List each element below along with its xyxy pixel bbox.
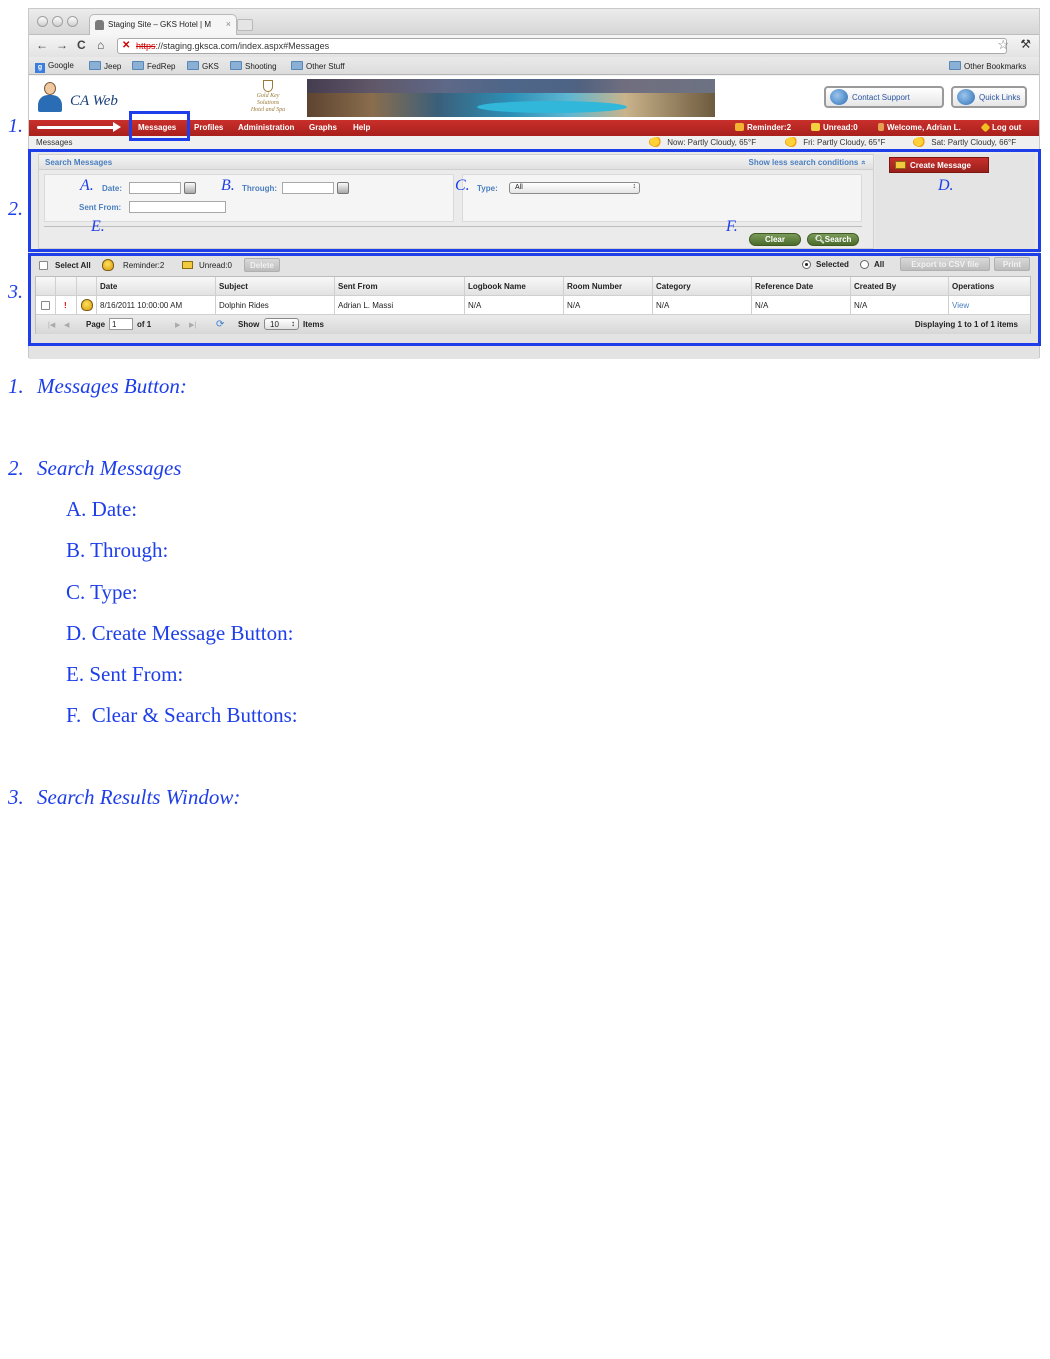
weather-sat: Sat: Partly Cloudy, 66°F bbox=[913, 137, 1016, 147]
legend-sub-e: E. Sent From: bbox=[66, 662, 184, 686]
contact-support-button[interactable]: Contact Support bbox=[824, 86, 944, 108]
menu-graphs[interactable]: Graphs bbox=[309, 123, 337, 132]
brand-title: CA Web bbox=[70, 93, 118, 109]
legend-item-3: 3. Search Results Window: bbox=[8, 785, 241, 809]
menu-administration[interactable]: Administration bbox=[238, 123, 294, 132]
legend-item-2: 2. Search Messages bbox=[8, 456, 182, 480]
annotation-1: 1. bbox=[8, 115, 23, 137]
browser-tab[interactable]: Staging Site – GKS Hotel | M × bbox=[89, 14, 237, 35]
link-icon bbox=[957, 89, 975, 105]
bell-icon bbox=[735, 123, 744, 131]
forward-icon[interactable]: → bbox=[56, 38, 68, 52]
bookmark-shooting[interactable]: Shooting bbox=[230, 61, 277, 71]
zoom-window-button[interactable] bbox=[67, 16, 78, 27]
address-bar[interactable]: ✕ https://staging.gksca.com/index.aspx#M… bbox=[117, 38, 1007, 54]
weather-fri: Fri: Partly Cloudy, 65°F bbox=[785, 137, 885, 147]
minimize-window-button[interactable] bbox=[52, 16, 63, 27]
annotation-f: F. bbox=[726, 218, 738, 235]
search-highlight-box bbox=[28, 149, 1041, 252]
home-icon[interactable]: ⌂ bbox=[97, 38, 104, 52]
hotel-banner-image bbox=[307, 79, 715, 117]
bookmark-jeep[interactable]: Jeep bbox=[89, 61, 121, 71]
folder-icon bbox=[949, 61, 961, 70]
tab-title: Staging Site – GKS Hotel | M bbox=[108, 20, 212, 29]
insecure-lock-icon: ✕ bbox=[122, 40, 131, 51]
annotation-a: A. bbox=[80, 177, 94, 194]
legend-sub-f: F. Clear & Search Buttons: bbox=[66, 703, 298, 727]
url-protocol: https bbox=[136, 41, 156, 51]
annotation-e: E. bbox=[91, 218, 105, 235]
menu-help[interactable]: Help bbox=[353, 123, 370, 132]
messages-highlight-box bbox=[129, 111, 190, 141]
unread-link[interactable]: Unread:0 bbox=[811, 123, 858, 132]
partly-cloudy-icon bbox=[649, 137, 663, 147]
bookmark-other-stuff[interactable]: Other Stuff bbox=[291, 61, 345, 71]
back-icon[interactable]: ← bbox=[36, 38, 48, 52]
legend-sub-c: C. Type: bbox=[66, 580, 138, 604]
bookmark-google[interactable]: g Google bbox=[35, 61, 74, 73]
url-path: ://staging.gksca.com/index.aspx#Messages bbox=[155, 41, 330, 51]
legend-sub-a: A. Date: bbox=[66, 497, 138, 521]
legend-sub-b: B. Through: bbox=[66, 538, 169, 562]
envelope-icon bbox=[811, 123, 820, 131]
other-bookmarks[interactable]: Other Bookmarks bbox=[949, 61, 1026, 71]
close-window-button[interactable] bbox=[37, 16, 48, 27]
annotation-c: C. bbox=[455, 177, 470, 194]
bookmark-fedrep[interactable]: FedRep bbox=[132, 61, 175, 71]
browser-toolbar: ← → C ⌂ ✕ https://staging.gksca.com/inde… bbox=[29, 35, 1039, 57]
user-avatar-icon bbox=[37, 82, 63, 112]
quick-links-button[interactable]: Quick Links bbox=[951, 86, 1027, 108]
breadcrumb: Messages bbox=[36, 138, 73, 147]
reload-icon[interactable]: C bbox=[77, 38, 86, 52]
annotation-3: 3. bbox=[8, 281, 23, 303]
annotation-2: 2. bbox=[8, 198, 23, 220]
legend-sub-d: D. Create Message Button: bbox=[66, 621, 294, 645]
tab-close-icon[interactable]: × bbox=[226, 19, 231, 29]
bookmark-star-icon[interactable]: ☆ bbox=[997, 37, 1009, 53]
welcome-user: Welcome, Adrian L. bbox=[878, 123, 961, 132]
google-icon: g bbox=[35, 63, 45, 73]
hotel-logo: Gold Key Solutions Hotel and Spa bbox=[247, 80, 289, 116]
arrow-pointer-icon bbox=[37, 122, 121, 132]
annotation-d: D. bbox=[938, 177, 954, 194]
wrench-icon[interactable]: ⚒ bbox=[1020, 37, 1031, 51]
reminder-link[interactable]: Reminder:2 bbox=[735, 123, 791, 132]
partly-cloudy-icon bbox=[913, 137, 927, 147]
new-tab-button[interactable] bbox=[237, 19, 253, 31]
bookmarks-bar: g Google Jeep FedRep GKS Shooting Other S… bbox=[29, 57, 1039, 75]
menu-profiles[interactable]: Profiles bbox=[194, 123, 223, 132]
bookmark-gks[interactable]: GKS bbox=[187, 61, 219, 71]
results-highlight-box bbox=[28, 253, 1041, 346]
legend-item-1: 1. Messages Button: bbox=[8, 374, 187, 398]
folder-icon bbox=[291, 61, 303, 70]
favicon-icon bbox=[95, 20, 104, 30]
folder-icon bbox=[132, 61, 144, 70]
folder-icon bbox=[230, 61, 242, 70]
partly-cloudy-icon bbox=[785, 137, 799, 147]
logout-link[interactable]: Log out bbox=[980, 122, 1021, 133]
logout-icon bbox=[980, 122, 991, 133]
crest-icon bbox=[263, 80, 273, 92]
folder-icon bbox=[187, 61, 199, 70]
weather-now: Now: Partly Cloudy, 65°F bbox=[649, 137, 756, 147]
support-icon bbox=[830, 89, 848, 105]
browser-titlebar: Staging Site – GKS Hotel | M × bbox=[29, 9, 1039, 35]
annotation-b: B. bbox=[221, 177, 235, 194]
folder-icon bbox=[89, 61, 101, 70]
person-icon bbox=[878, 123, 884, 131]
